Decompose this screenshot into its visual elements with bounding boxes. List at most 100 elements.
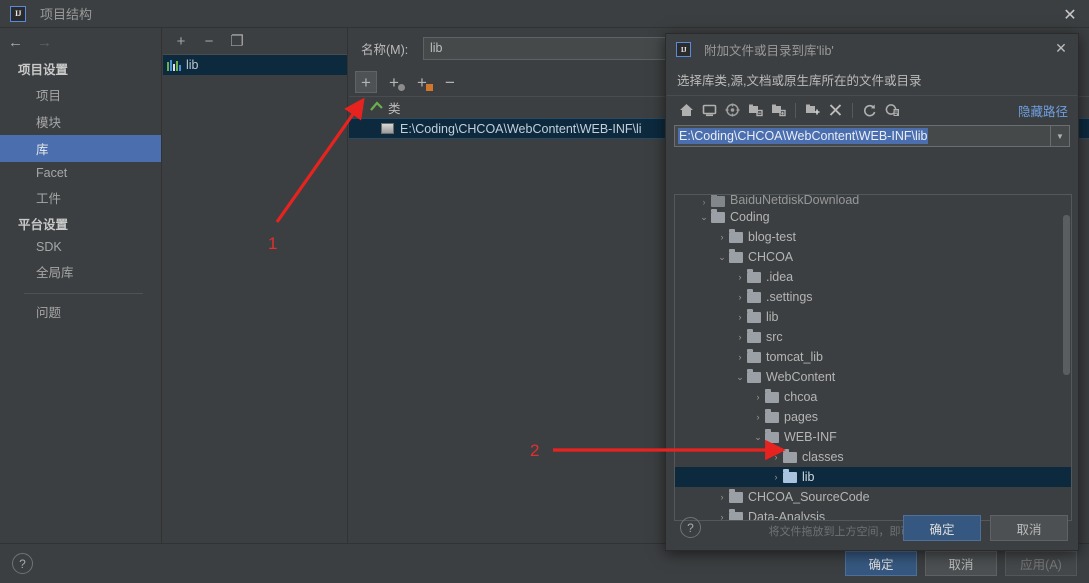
sidebar-item-libraries[interactable]: 库 [0, 135, 161, 162]
file-tree-row-label: CHCOA [748, 250, 794, 264]
jar-file-icon [381, 123, 394, 134]
path-input[interactable]: E:\Coding\CHCOA\WebContent\WEB-INF\lib [674, 125, 1051, 147]
forward-arrow-icon[interactable]: → [37, 35, 52, 50]
path-dropdown-button[interactable]: ▼ [1051, 125, 1070, 147]
chevron-right-icon[interactable]: › [715, 232, 729, 242]
chevron-down-icon[interactable]: ⌄ [697, 212, 711, 223]
attach-files-dialog: IJ 附加文件或目录到库'lib' ✕ 选择库类,源,文档或原生库所在的文件或目… [665, 33, 1079, 551]
new-folder-icon[interactable] [801, 99, 824, 121]
add-classes-button[interactable]: + [355, 71, 377, 93]
show-hidden-icon[interactable] [881, 99, 904, 121]
sidebar-item-project[interactable]: 项目 [0, 81, 161, 108]
add-jar-directory-button[interactable]: + [411, 71, 433, 93]
folder-icon [765, 428, 779, 443]
chevron-right-icon[interactable]: › [697, 197, 711, 207]
ok-button[interactable]: 确定 [845, 551, 917, 576]
file-tree-row-label: pages [784, 410, 819, 424]
chevron-right-icon[interactable]: › [751, 392, 765, 402]
delete-icon[interactable] [824, 99, 847, 121]
remove-library-button[interactable]: − [200, 32, 218, 50]
file-tree-row[interactable]: › src [675, 327, 1071, 347]
add-library-button[interactable]: + [172, 32, 190, 50]
plus-icon: + [361, 72, 371, 92]
chevron-right-icon[interactable]: › [715, 492, 729, 502]
copy-library-button[interactable]: ❐ [228, 32, 246, 50]
home-icon[interactable] [675, 99, 698, 121]
file-tree-row[interactable]: › pages [675, 407, 1071, 427]
chevron-down-icon[interactable]: ⌄ [733, 372, 747, 383]
folder-icon [747, 288, 761, 303]
chevron-right-icon[interactable]: › [751, 412, 765, 422]
sidebar-item-facets[interactable]: Facet [0, 162, 161, 184]
dialog-subtitle: 选择库类,源,文档或原生库所在的文件或目录 [677, 74, 922, 88]
toolbar-divider [852, 102, 853, 118]
chevron-right-icon[interactable]: › [733, 292, 747, 302]
folder-icon [783, 448, 797, 463]
file-tree-row[interactable]: › .idea [675, 267, 1071, 287]
dialog-title: 附加文件或目录到库'lib' [704, 44, 834, 58]
sidebar-item-problems[interactable]: 问题 [0, 298, 161, 325]
file-tree-row[interactable]: › lib [675, 467, 1071, 487]
chevron-right-icon[interactable]: › [733, 312, 747, 322]
folder-icon [783, 468, 797, 483]
file-tree-row-label: BaiduNetdiskDownload [730, 195, 860, 207]
file-tree-row-label: CHCOA_SourceCode [748, 490, 870, 504]
add-sources-button[interactable]: + [383, 71, 405, 93]
window-title: 项目结构 [40, 7, 93, 22]
chevron-down-icon[interactable]: ⌄ [751, 432, 765, 443]
file-tree-row[interactable]: › .settings [675, 287, 1071, 307]
desktop-icon[interactable] [698, 99, 721, 121]
dialog-close-button[interactable]: ✕ [1053, 41, 1069, 57]
library-entry-path: E:\Coding\CHCOA\WebContent\WEB-INF\li [400, 121, 642, 136]
dialog-cancel-button[interactable]: 取消 [990, 515, 1068, 541]
file-tree-scrollbar[interactable] [1063, 215, 1070, 375]
sidebar-item-artifacts[interactable]: 工件 [0, 184, 161, 211]
back-arrow-icon[interactable]: ← [8, 35, 23, 50]
sidebar-item-modules[interactable]: 模块 [0, 108, 161, 135]
collapse-all-icon[interactable] [744, 99, 767, 121]
sidebar-item-global-libraries[interactable]: 全局库 [0, 258, 161, 285]
file-tree-row[interactable]: ⌄ WebContent [675, 367, 1071, 387]
remove-entry-button[interactable]: − [439, 71, 461, 93]
file-tree-row-label: Coding [730, 210, 770, 224]
sidebar-item-sdks[interactable]: SDK [0, 236, 161, 258]
file-tree-row-label: WEB-INF [784, 430, 837, 444]
window-close-button[interactable]: ✕ [1061, 5, 1079, 24]
project-root-icon[interactable] [721, 99, 744, 121]
cancel-button[interactable]: 取消 [925, 551, 997, 576]
chevron-right-icon[interactable]: › [733, 272, 747, 282]
file-tree-row-label: classes [802, 450, 844, 464]
file-tree-row[interactable]: ⌄ CHCOA [675, 247, 1071, 267]
file-tree-row[interactable]: › BaiduNetdiskDownload [675, 195, 1071, 207]
chevron-right-icon[interactable]: › [769, 452, 783, 462]
library-list-item-lib[interactable]: lib [163, 55, 347, 75]
window-titlebar: IJ 项目结构 ✕ [0, 0, 1089, 28]
dialog-help-button[interactable]: ? [680, 517, 701, 538]
intellij-logo-icon: IJ [676, 42, 691, 57]
dialog-ok-button[interactable]: 确定 [903, 515, 981, 541]
file-tree-row-label: chcoa [784, 390, 818, 404]
dialog-action-buttons: 确定 取消 [903, 515, 1068, 541]
help-button[interactable]: ? [12, 553, 33, 574]
chevron-down-icon[interactable]: ⌄ [715, 252, 729, 263]
hide-path-link[interactable]: 隐藏路径 [1018, 101, 1068, 120]
chevron-right-icon[interactable]: › [733, 332, 747, 342]
folder-icon [747, 368, 761, 383]
window-action-buttons: 确定 取消 应用(A) [845, 551, 1077, 576]
path-input-value: E:\Coding\CHCOA\WebContent\WEB-INF\lib [678, 128, 929, 144]
file-tree-row[interactable]: ⌄ Coding [675, 207, 1071, 227]
file-tree-row[interactable]: › lib [675, 307, 1071, 327]
file-tree-row[interactable]: ⌄ WEB-INF [675, 427, 1071, 447]
apply-button[interactable]: 应用(A) [1005, 551, 1077, 576]
sources-badge-icon [398, 84, 405, 91]
file-tree-row[interactable]: › CHCOA_SourceCode [675, 487, 1071, 507]
expand-all-icon[interactable] [767, 99, 790, 121]
file-tree-row[interactable]: › blog-test [675, 227, 1071, 247]
file-tree-row[interactable]: › classes [675, 447, 1071, 467]
chevron-right-icon[interactable]: › [733, 352, 747, 362]
file-tree[interactable]: › BaiduNetdiskDownload ⌄ Coding › blog-test ⌄ C… [674, 194, 1072, 521]
file-tree-row[interactable]: › tomcat_lib [675, 347, 1071, 367]
chevron-right-icon[interactable]: › [769, 472, 783, 482]
file-tree-row[interactable]: › chcoa [675, 387, 1071, 407]
refresh-icon[interactable] [858, 99, 881, 121]
